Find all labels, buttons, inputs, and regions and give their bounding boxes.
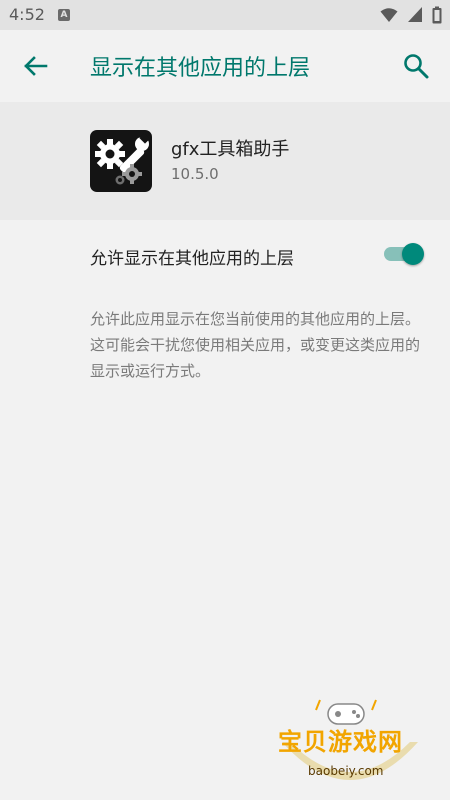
search-button[interactable] [400, 50, 432, 82]
back-button[interactable] [20, 50, 52, 82]
status-bar: 4:52 A [0, 0, 450, 30]
watermark-url: baobeiy.com [308, 764, 384, 778]
signal-icon [407, 7, 422, 22]
app-bar: 显示在其他应用的上层 [0, 30, 450, 102]
permission-toggle[interactable] [382, 240, 428, 268]
search-icon [404, 54, 429, 79]
arrow-back-icon [24, 56, 48, 76]
permission-description: 允许此应用显示在您当前使用的其他应用的上层。这可能会干扰您使用相关应用，或变更这… [90, 310, 421, 380]
page-title: 显示在其他应用的上层 [90, 56, 311, 81]
permission-setting-row[interactable]: 允许显示在其他应用的上层 [0, 220, 450, 290]
app-header: gfx工具箱助手 10.5.0 [0, 102, 450, 220]
wifi-icon [380, 8, 398, 22]
battery-icon [432, 6, 442, 24]
watermark-logo: 宝贝游戏网 baobeiy.com [270, 690, 430, 795]
app-icon [90, 130, 152, 192]
toggle-thumb [402, 243, 424, 265]
app-version: 10.5.0 [171, 165, 219, 183]
status-time: 4:52 [9, 5, 45, 24]
permission-setting-label: 允许显示在其他应用的上层 [90, 249, 294, 269]
watermark-text: 宝贝游戏网 [278, 728, 403, 756]
status-icons [376, 6, 442, 24]
wrench-gears-icon [95, 133, 150, 185]
app-name: gfx工具箱助手 [171, 139, 290, 160]
notification-icon: A [58, 9, 70, 21]
